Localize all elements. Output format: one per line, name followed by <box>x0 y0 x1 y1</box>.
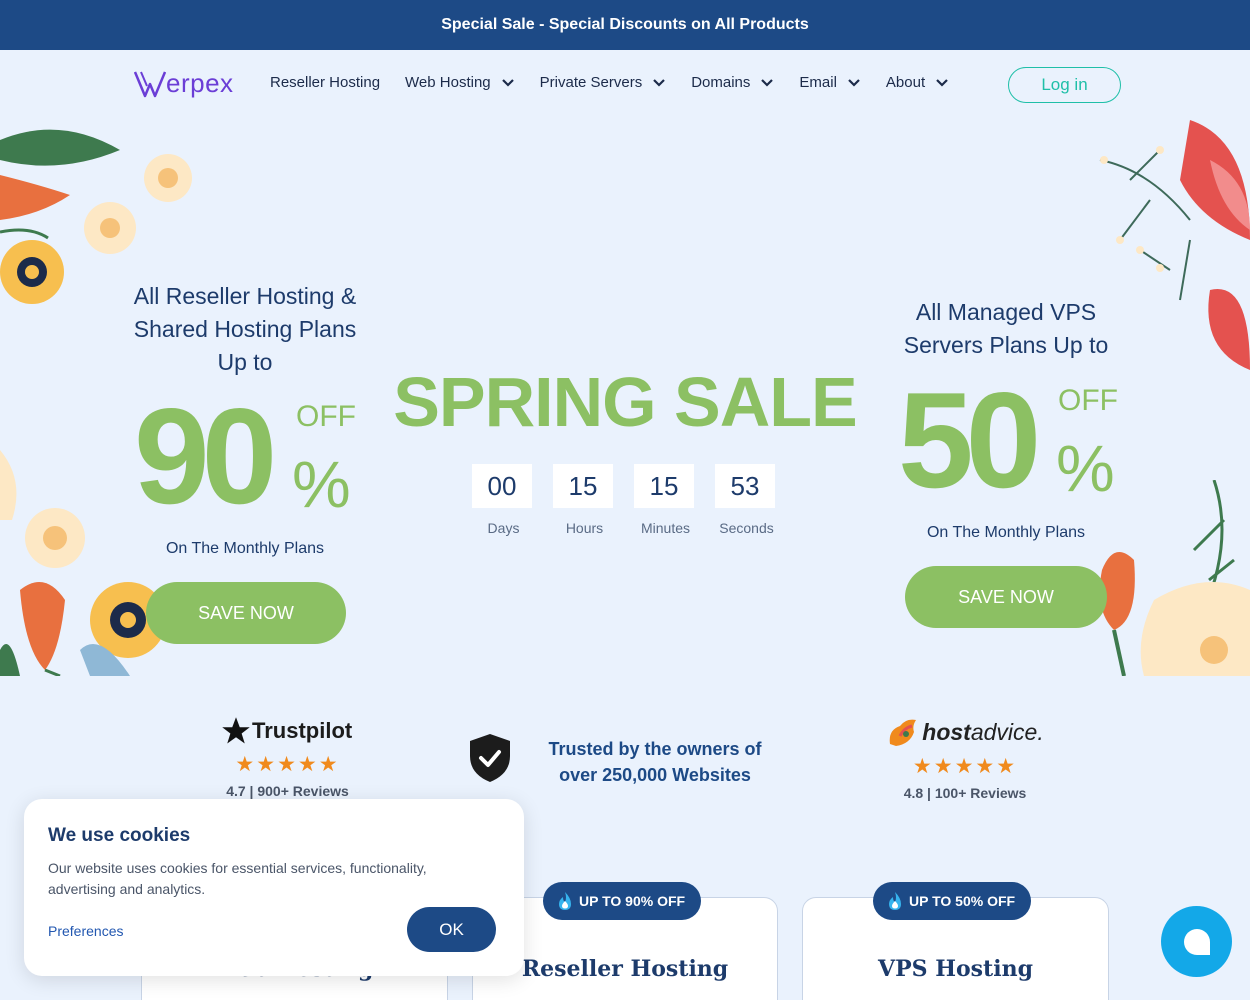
hostadvice-stars: ★★★★★ <box>912 755 1018 778</box>
nav-about[interactable]: About <box>886 74 949 91</box>
nav-label: Domains <box>691 74 751 91</box>
countdown-seconds: 53 Seconds <box>715 464 778 536</box>
chevron-down-icon <box>761 78 774 87</box>
right-percent-sign: % <box>1056 431 1115 505</box>
right-offer-subtext: On The Monthly Plans <box>926 524 1085 541</box>
cookie-preferences-link[interactable]: Preferences <box>48 923 123 939</box>
cookie-ok-button[interactable]: OK <box>407 907 496 952</box>
cookie-description: Our website uses cookies for essential s… <box>48 860 427 897</box>
nav-label: Reseller Hosting <box>270 74 381 91</box>
badge-label: UP TO 50% OFF <box>909 893 1016 909</box>
trusted-owners-text: Trusted by the owners of over 250,000 We… <box>548 739 762 785</box>
save-now-button-right[interactable]: SAVE NOW <box>905 566 1107 628</box>
left-discount-number: 90 <box>134 380 277 532</box>
nav-label: Private Servers <box>539 74 643 91</box>
hostadvice-rating[interactable]: host advice. ★★★★★ 4.8 | 100+ Reviews <box>880 716 1050 801</box>
countdown-hours: 15 Hours <box>553 464 616 536</box>
badge-label: UP TO 90% OFF <box>579 893 686 909</box>
flame-icon <box>889 892 901 910</box>
countdown-timer: 00 Days 15 Hours 15 Minutes 53 Seconds <box>472 464 796 536</box>
chevron-down-icon <box>848 78 860 87</box>
right-discount-number: 50 <box>898 364 1041 516</box>
hostadvice-logo: host advice. <box>880 716 1050 748</box>
verpex-logo[interactable]: erpex <box>134 68 234 99</box>
nav-reseller-hosting[interactable]: Reseller Hosting <box>270 74 380 91</box>
trustpilot-rating[interactable]: Trustpilot ★★★★★ 4.7 | 900+ Reviews <box>220 716 355 799</box>
chat-widget-button[interactable] <box>1161 906 1232 977</box>
reseller-discount-badge: UP TO 90% OFF <box>543 882 702 920</box>
countdown-days: 00 Days <box>472 464 535 536</box>
announcement-text: Special Sale - Special Discounts on All … <box>441 16 809 33</box>
nav-label: Web Hosting <box>405 74 491 91</box>
countdown-label: Days <box>487 520 520 536</box>
logo-v-icon <box>134 71 166 97</box>
nav-web-hosting[interactable]: Web Hosting <box>405 74 515 91</box>
reseller-offer-heading: All Reseller Hosting & Shared Hosting Pl… <box>133 283 357 375</box>
countdown-value: 53 <box>715 464 775 508</box>
countdown-label: Minutes <box>640 520 691 536</box>
right-off-label: OFF <box>1058 384 1118 417</box>
flame-icon <box>559 892 571 910</box>
hostadvice-name-rest: advice. <box>970 718 1044 745</box>
chat-bubble-icon <box>1183 928 1210 955</box>
left-percent-sign: % <box>292 447 351 521</box>
shield-check-icon <box>470 734 510 782</box>
hostadvice-icon <box>889 719 917 746</box>
trustpilot-stars: ★★★★★ <box>235 753 340 776</box>
left-off-label: OFF <box>296 400 356 433</box>
nav-domains[interactable]: Domains <box>691 74 774 91</box>
chevron-down-icon <box>501 78 514 87</box>
vps-discount-badge: UP TO 50% OFF <box>873 882 1032 920</box>
logo-text: erpex <box>166 68 234 98</box>
cookie-title: We use cookies <box>48 825 191 846</box>
nav-label: About <box>885 74 926 91</box>
trustpilot-name: Trustpilot <box>252 718 353 743</box>
countdown-value: 00 <box>472 464 532 508</box>
main-navigation: erpex Reseller Hosting Web Hosting Priva… <box>0 50 1250 120</box>
countdown-value: 15 <box>553 464 613 508</box>
vps-offer-heading: All Managed VPS Servers Plans Up to <box>903 299 1109 358</box>
left-offer-heading: All Reseller Hosting & Shared Hosting Pl… <box>120 280 370 379</box>
hostadvice-reviews: 4.8 | 100+ Reviews <box>903 785 1027 801</box>
trustpilot-star-icon <box>222 717 250 744</box>
chevron-down-icon <box>653 78 665 87</box>
trustpilot-reviews: 4.7 | 900+ Reviews <box>226 783 349 799</box>
flower-decoration-bottom-right <box>1099 480 1250 676</box>
chevron-down-icon <box>936 78 948 87</box>
announcement-bar[interactable]: Special Sale - Special Discounts on All … <box>0 0 1250 50</box>
countdown-value: 15 <box>634 464 694 508</box>
countdown-minutes: 15 Minutes <box>634 464 697 536</box>
card-title: VPS Hosting <box>878 956 1033 982</box>
nav-email[interactable]: Email <box>799 74 861 91</box>
cookie-consent-dialog: We use cookies Our website uses cookies … <box>24 799 524 976</box>
save-now-button-left[interactable]: SAVE NOW <box>146 582 346 644</box>
login-button[interactable]: Log in <box>1008 67 1121 103</box>
countdown-label: Seconds <box>719 520 774 536</box>
nav-private-servers[interactable]: Private Servers <box>540 74 667 91</box>
countdown-label: Hours <box>565 520 604 536</box>
spring-sale-title: SPRING SALE <box>393 363 858 441</box>
left-offer-subtext: On The Monthly Plans <box>165 540 324 557</box>
nav-label: Email <box>799 74 837 91</box>
hostadvice-name-bold: host <box>922 718 971 745</box>
trustpilot-logo: Trustpilot <box>220 716 355 746</box>
